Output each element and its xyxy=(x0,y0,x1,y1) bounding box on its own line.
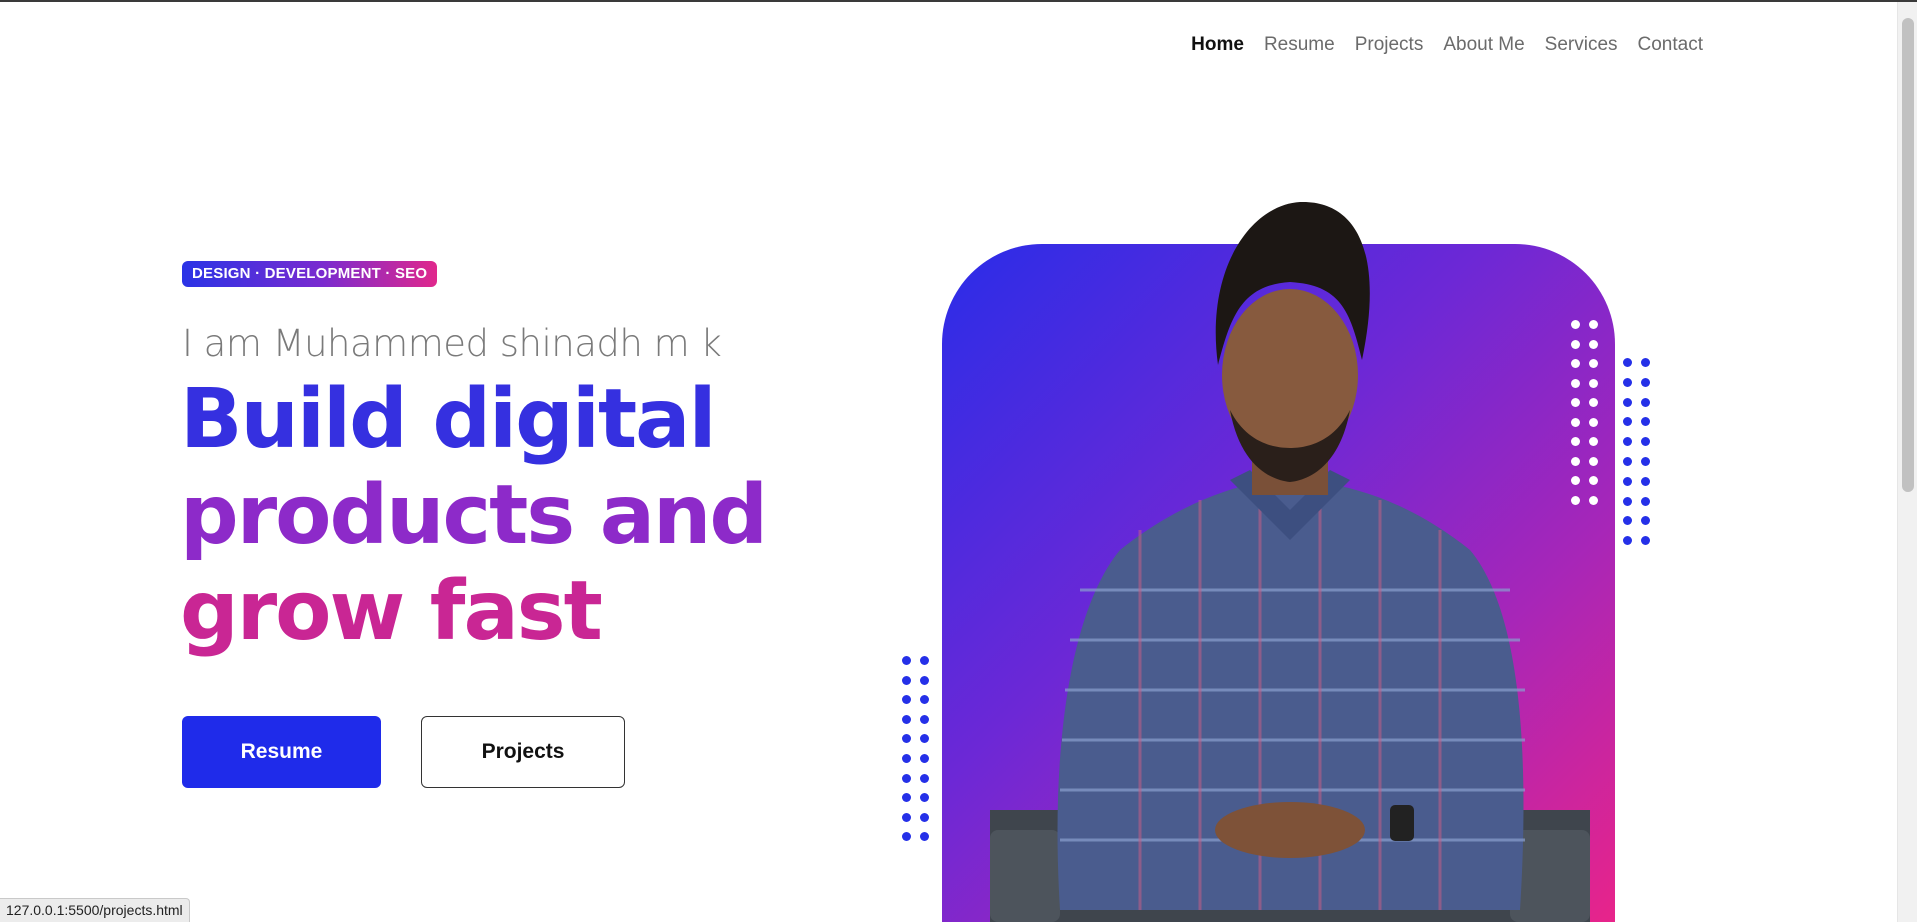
decorative-dot xyxy=(902,714,911,724)
decorative-dot xyxy=(920,675,929,685)
decorative-dot xyxy=(1571,417,1580,427)
nav-contact[interactable]: Contact xyxy=(1638,34,1703,56)
decorative-dot xyxy=(1641,437,1650,447)
decorative-dot xyxy=(1623,516,1632,526)
decorative-dot xyxy=(1623,456,1632,466)
decorative-dot xyxy=(902,793,911,803)
resume-button[interactable]: Resume xyxy=(182,716,381,788)
decorative-dot xyxy=(1571,398,1580,407)
decorative-dot xyxy=(1571,339,1580,349)
decorative-dot xyxy=(902,675,911,685)
nav-home[interactable]: Home xyxy=(1191,34,1244,56)
decorative-dot xyxy=(1571,437,1580,446)
decorative-dot xyxy=(1641,536,1650,546)
decorative-dot xyxy=(1623,417,1632,427)
projects-button[interactable]: Projects xyxy=(421,716,625,788)
window-top-border xyxy=(0,0,1917,2)
decorative-dot xyxy=(1623,496,1632,506)
nav-services[interactable]: Services xyxy=(1545,34,1618,56)
dot-pattern-right-blue xyxy=(1623,358,1650,546)
headline-line-1: Build digital xyxy=(180,372,717,467)
decorative-dot xyxy=(1589,398,1598,407)
headline-line-3: grow fast xyxy=(180,564,603,659)
decorative-dot xyxy=(1623,536,1632,546)
decorative-dot xyxy=(1571,359,1580,368)
link-preview-status: 127.0.0.1:5500/projects.html xyxy=(0,898,190,922)
decorative-dot xyxy=(920,656,929,665)
decorative-dot xyxy=(920,773,929,783)
decorative-dot xyxy=(902,656,911,665)
decorative-dot xyxy=(920,753,929,763)
decorative-dot xyxy=(902,812,911,822)
decorative-dot xyxy=(920,695,929,705)
vertical-scrollbar[interactable] xyxy=(1897,2,1917,922)
decorative-dot xyxy=(1589,320,1598,329)
dot-pattern-right-white xyxy=(1571,320,1598,505)
decorative-dot xyxy=(1571,495,1580,505)
decorative-dot xyxy=(920,714,929,724)
decorative-dot xyxy=(902,734,911,744)
decorative-dot xyxy=(1589,339,1598,349)
portrait-image xyxy=(990,201,1590,922)
decorative-dot xyxy=(1623,397,1632,407)
decorative-dot xyxy=(1589,417,1598,427)
decorative-dot xyxy=(1589,359,1598,368)
headline-line-2: products and xyxy=(180,468,768,563)
decorative-dot xyxy=(1623,476,1632,486)
decorative-dot xyxy=(1571,456,1580,466)
decorative-dot xyxy=(1571,476,1580,485)
decorative-dot xyxy=(902,695,911,705)
decorative-dot xyxy=(1589,378,1598,388)
decorative-dot xyxy=(1589,437,1598,446)
decorative-dot xyxy=(920,812,929,822)
decorative-dot xyxy=(1641,397,1650,407)
main-nav: Home Resume Projects About Me Services C… xyxy=(1191,34,1703,56)
scrollbar-thumb[interactable] xyxy=(1902,18,1914,492)
decorative-dot xyxy=(920,793,929,803)
hero-headline: Build digital products and grow fast xyxy=(180,372,880,660)
decorative-dot xyxy=(920,832,929,842)
intro-text: I am Muhammed shinadh m k xyxy=(182,322,722,365)
skills-badge: DESIGN · DEVELOPMENT · SEO xyxy=(182,261,438,287)
dot-pattern-left-blue xyxy=(902,656,929,842)
decorative-dot xyxy=(1641,496,1650,506)
decorative-dot xyxy=(1641,456,1650,466)
decorative-dot xyxy=(1641,358,1650,367)
decorative-dot xyxy=(1571,320,1580,329)
decorative-dot xyxy=(1641,377,1650,387)
decorative-dot xyxy=(902,753,911,763)
nav-resume[interactable]: Resume xyxy=(1264,34,1335,56)
decorative-dot xyxy=(1623,377,1632,387)
decorative-dot xyxy=(1589,495,1598,505)
decorative-dot xyxy=(1641,516,1650,526)
decorative-dot xyxy=(902,773,911,783)
decorative-dot xyxy=(1641,476,1650,486)
decorative-dot xyxy=(1641,417,1650,427)
nav-projects[interactable]: Projects xyxy=(1355,34,1424,56)
decorative-dot xyxy=(1623,437,1632,447)
decorative-dot xyxy=(1571,378,1580,388)
nav-about-me[interactable]: About Me xyxy=(1443,34,1524,56)
decorative-dot xyxy=(1589,476,1598,485)
decorative-dot xyxy=(920,734,929,744)
decorative-dot xyxy=(1623,358,1632,367)
decorative-dot xyxy=(902,832,911,842)
decorative-dot xyxy=(1589,456,1598,466)
